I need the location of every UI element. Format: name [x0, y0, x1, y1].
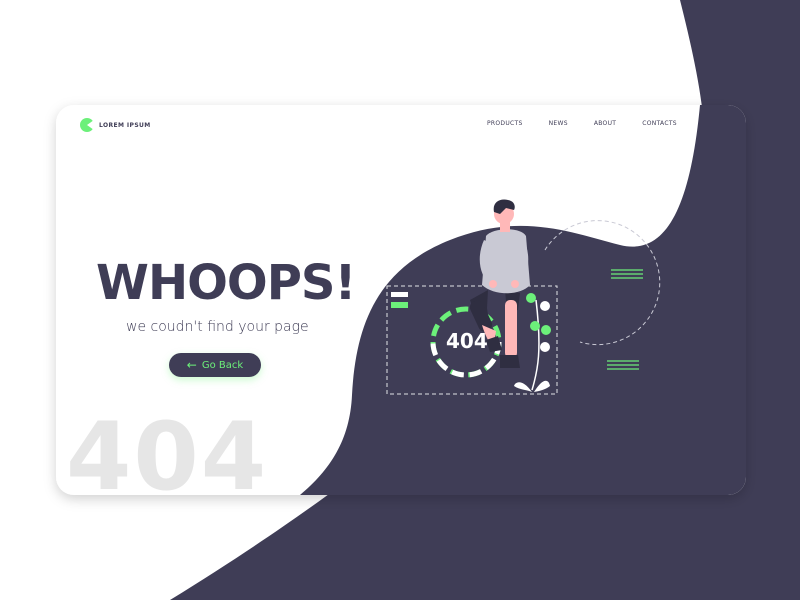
top-nav: PRODUCTS NEWS ABOUT CONTACTS [480, 120, 677, 127]
background-404-number: 404 [66, 408, 269, 494]
brand-logo[interactable]: LOREM IPSUM [79, 117, 151, 133]
frame-bar-bottom [391, 302, 408, 308]
page-title: WHOOPS! [96, 255, 356, 311]
page-subtitle: we coudn't find your page [126, 319, 309, 335]
frame-bar-top [391, 292, 408, 297]
arrow-left-icon: ← [186, 358, 197, 372]
brand-name: LOREM IPSUM [99, 121, 151, 129]
nav-item-about[interactable]: ABOUT [594, 120, 616, 127]
go-back-label: Go Back [201, 359, 244, 371]
nav-item-contacts[interactable]: CONTACTS [642, 120, 677, 127]
nav-item-news[interactable]: NEWS [549, 120, 568, 127]
go-back-button[interactable]: ← Go Back [169, 353, 261, 377]
logo-icon [80, 118, 94, 132]
nav-item-products[interactable]: PRODUCTS [487, 120, 523, 127]
illustration-404-badge: 404 [446, 329, 488, 353]
